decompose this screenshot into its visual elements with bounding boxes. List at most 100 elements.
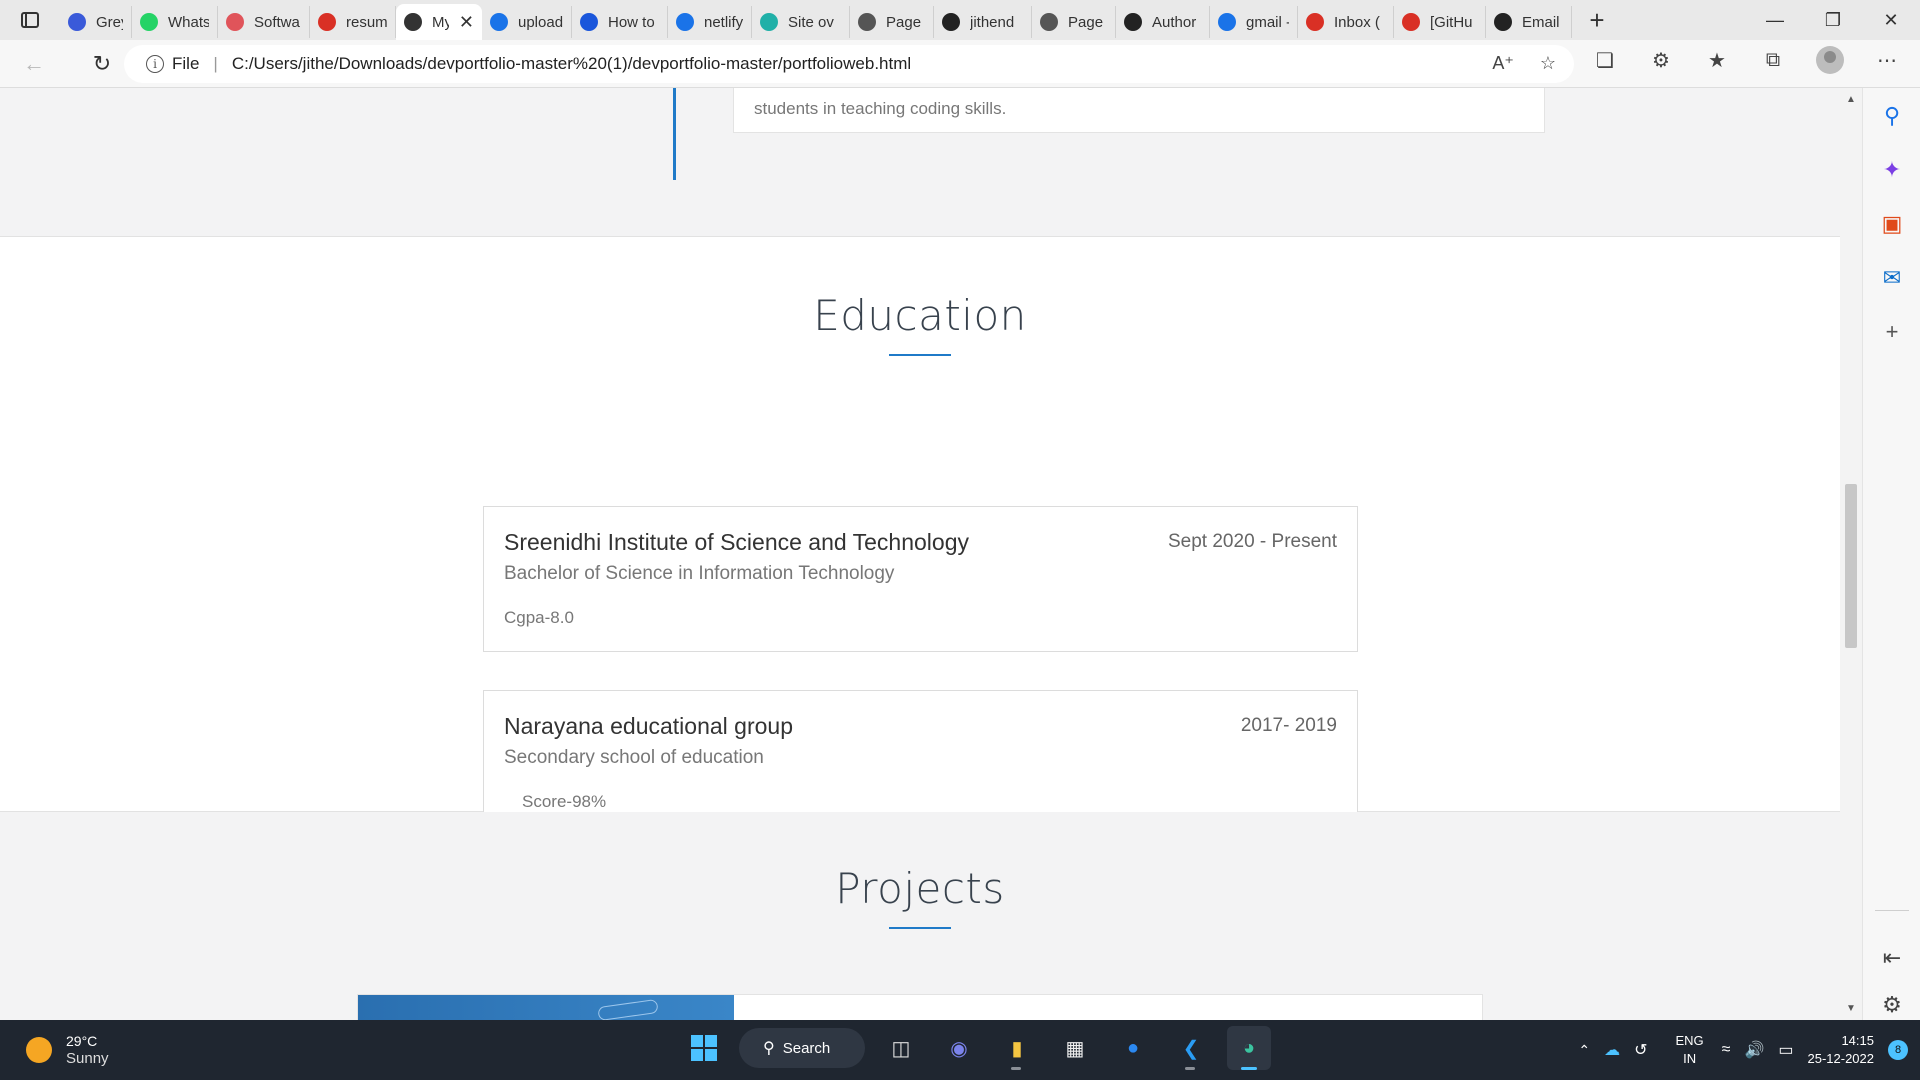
clock-time: 14:15 <box>1841 1033 1874 1048</box>
browser-tab[interactable]: resume <box>310 6 396 38</box>
taskbar-apps: ⚲ Search ◫ ◉ ▮ ▦ ● ❮ ◕ <box>683 1026 1271 1070</box>
search-icon <box>676 13 694 31</box>
github-icon <box>942 13 960 31</box>
search-icon: ⚲ <box>763 1040 775 1057</box>
taskbar-search-button[interactable]: ⚲ Search <box>739 1028 865 1068</box>
workspaces-icon[interactable]: ❏ <box>1592 48 1618 73</box>
sun-icon <box>26 1037 52 1063</box>
new-tab-button[interactable]: + <box>1582 5 1612 36</box>
sidebar-hide-icon[interactable]: ⇤ <box>1863 938 1920 978</box>
user-app-icon[interactable]: ● <box>1111 1026 1155 1070</box>
edge-browser-icon[interactable]: ◕ <box>1227 1026 1271 1070</box>
vscode-icon[interactable]: ❮ <box>1169 1026 1213 1070</box>
wifi-icon[interactable]: ≈ <box>1722 1041 1731 1059</box>
browser-tab[interactable]: Author <box>1116 6 1210 38</box>
taskbar-search-label: Search <box>782 1039 831 1057</box>
bing-chat-icon <box>580 13 598 31</box>
browser-tab[interactable]: Whats <box>132 6 218 38</box>
show-hidden-icons-icon[interactable]: ⌃ <box>1578 1042 1590 1059</box>
refresh-button[interactable]: ↻ <box>80 44 124 84</box>
netlify-icon <box>760 13 778 31</box>
profile-avatar[interactable] <box>1816 46 1844 74</box>
sidebar-outlook-icon[interactable]: ✉ <box>1863 258 1920 298</box>
education-degree: Bachelor of Science in Information Techn… <box>504 563 895 584</box>
browser-tab[interactable]: How to <box>572 6 668 38</box>
settings-menu-icon[interactable]: ⋯ <box>1874 48 1900 73</box>
microsoft-store-icon[interactable]: ▦ <box>1053 1026 1097 1070</box>
address-bar[interactable]: i File | C:/Users/jithe/Downloads/devpor… <box>124 45 1574 83</box>
projects-title: Projects <box>835 864 1005 913</box>
close-tab-icon[interactable]: ✕ <box>459 12 474 33</box>
read-aloud-icon[interactable]: A⁺ <box>1492 53 1514 74</box>
toolbar-actions: ❏ ⚙ ★ ⧉ ⋯ <box>1592 46 1900 74</box>
whatsapp-icon <box>140 13 158 31</box>
sidebar-discover-icon[interactable]: ✦ <box>1863 150 1920 190</box>
scroll-up-arrow[interactable]: ▲ <box>1846 94 1856 105</box>
browser-tab[interactable]: Inbox ( <box>1298 6 1394 38</box>
browser-tab[interactable]: jithend <box>934 6 1032 38</box>
back-button[interactable]: ← <box>12 44 56 84</box>
sidebar-add-icon[interactable]: + <box>1863 312 1920 352</box>
browser-tab[interactable]: Page N <box>850 6 934 38</box>
scroll-down-arrow[interactable]: ▼ <box>1846 1003 1856 1014</box>
browser-tab[interactable]: Site ov <box>752 6 850 38</box>
page-scrollbar[interactable]: ▲ ▼ <box>1840 88 1862 1020</box>
tab-actions-button[interactable] <box>0 0 60 40</box>
tab-actions-icon <box>21 12 39 28</box>
clock[interactable]: 14:15 25-12-2022 <box>1808 1032 1875 1068</box>
add-favorite-icon[interactable]: ☆ <box>1540 53 1556 74</box>
tab-label: resume <box>346 13 387 31</box>
browser-tab[interactable]: Email s <box>1486 6 1572 38</box>
teams-chat-icon[interactable]: ◉ <box>937 1026 981 1070</box>
browser-tab[interactable]: Grey Cl <box>60 6 132 38</box>
language-indicator[interactable]: ENG IN <box>1676 1032 1704 1068</box>
browser-tab[interactable]: gmail - <box>1210 6 1298 38</box>
browser-tab[interactable]: netlify <box>668 6 752 38</box>
tab-label: Whats <box>168 13 209 31</box>
browser-toolbar: ← ↻ i File | C:/Users/jithe/Downloads/de… <box>0 40 1920 88</box>
projects-title-underline <box>889 927 951 929</box>
notification-badge[interactable]: 8 <box>1888 1040 1908 1060</box>
browser-tab[interactable]: Softwa <box>218 6 310 38</box>
page-icon <box>858 13 876 31</box>
gmail-icon <box>1306 13 1324 31</box>
sidebar-search-icon[interactable]: ⚲ <box>1863 96 1920 136</box>
weather-widget[interactable]: 29°C Sunny <box>26 1032 109 1068</box>
extensions-icon[interactable]: ⚙ <box>1648 48 1674 73</box>
experience-description: students in teaching coding skills. <box>754 99 1007 118</box>
education-title-underline <box>889 354 951 356</box>
start-button[interactable] <box>683 1027 725 1069</box>
software-icon <box>226 13 244 31</box>
scroll-thumb[interactable] <box>1845 484 1857 648</box>
file-explorer-icon[interactable]: ▮ <box>995 1026 1039 1070</box>
battery-icon[interactable]: ▭ <box>1778 1040 1793 1060</box>
app-running-indicator <box>1185 1067 1195 1070</box>
browser-tab[interactable]: upload <box>482 6 572 38</box>
browser-tab[interactable]: My ✕ <box>396 4 482 40</box>
url-text[interactable]: C:/Users/jithe/Downloads/devportfolio-ma… <box>232 54 911 74</box>
app-running-indicator <box>1011 1067 1021 1070</box>
task-view-icon[interactable]: ◫ <box>879 1026 923 1070</box>
education-section: Education Sreenidhi Institute of Science… <box>0 236 1840 836</box>
project-card[interactable] <box>357 994 1483 1020</box>
site-info-icon[interactable]: i <box>146 55 164 73</box>
tab-list: Grey Cl Whats Softwa resume My ✕ upload How to n… <box>60 0 1572 40</box>
browser-tab[interactable]: [GitHu <box>1394 6 1486 38</box>
system-tray: ⌃ ☁ ↺ ENG IN ≈ 🔊 ▭ 14:15 25-12-2022 8 <box>1578 1020 1920 1080</box>
education-score: Score-98% <box>522 792 607 811</box>
education-title: Education <box>813 291 1027 340</box>
timeline-line <box>673 88 676 180</box>
restore-button[interactable]: ❐ <box>1804 0 1862 40</box>
education-school: Sreenidhi Institute of Science and Techn… <box>504 529 969 555</box>
browser-tab[interactable]: Page N <box>1032 6 1116 38</box>
collections-icon[interactable]: ⧉ <box>1760 49 1786 72</box>
onedrive-icon[interactable]: ☁ <box>1604 1040 1620 1060</box>
volume-icon[interactable]: 🔊 <box>1744 1040 1764 1060</box>
close-window-button[interactable]: ✕ <box>1862 0 1920 40</box>
sync-icon[interactable]: ↺ <box>1634 1040 1647 1060</box>
tab-label: Author <box>1152 13 1197 31</box>
minimize-button[interactable]: — <box>1746 0 1804 40</box>
sidebar-settings-icon[interactable]: ⚙ <box>1863 990 1920 1020</box>
sidebar-office-icon[interactable]: ▣ <box>1863 204 1920 244</box>
favorites-icon[interactable]: ★ <box>1704 48 1730 73</box>
